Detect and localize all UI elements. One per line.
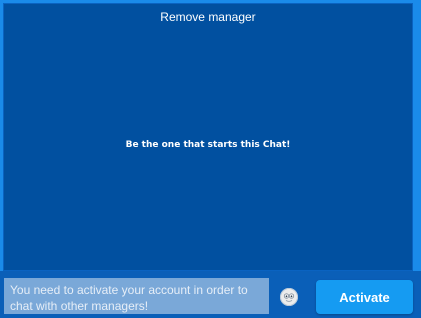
chat-message-area: Remove manager Be the one that starts th… [3, 3, 413, 271]
chat-window: Remove manager Be the one that starts th… [0, 0, 421, 318]
empty-chat-message: Be the one that starts this Chat! [125, 140, 291, 150]
message-input-disabled: You need to activate your account in ord… [4, 278, 269, 314]
activate-button[interactable]: Activate [316, 280, 413, 314]
smiley-face-icon[interactable] [280, 288, 298, 306]
chat-title: Remove manager [160, 10, 256, 24]
